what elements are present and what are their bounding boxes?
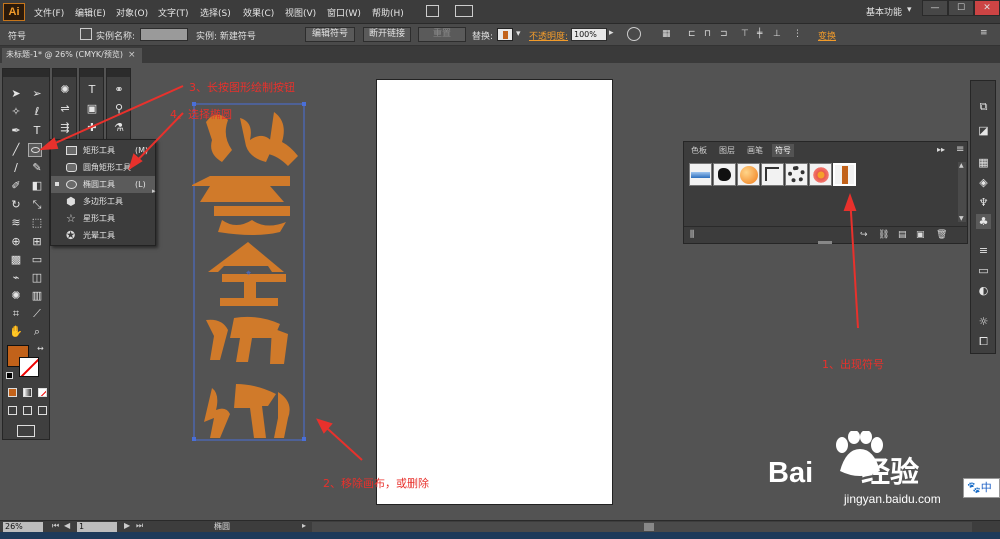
arrow-1-head — [843, 193, 857, 211]
annotation-step-4: 4、选择椭圆 — [170, 108, 232, 121]
baidu-brand-suffix: 经验 — [861, 457, 920, 489]
annotation-step-2: 2、移除画布，或删除 — [323, 477, 429, 490]
baidu-brand: Bai 经验 — [768, 449, 919, 491]
baidu-url: jingyan.baidu.com — [844, 492, 941, 506]
artboard-number-field[interactable]: 1 — [77, 522, 117, 532]
paw-icon: 🐾 — [967, 481, 981, 494]
annotation-step-3: 3、长按图形绘制按钮 — [189, 81, 295, 94]
scroll-thumb[interactable] — [644, 523, 654, 531]
last-artboard-icon[interactable]: ⏭ — [136, 521, 143, 531]
horizontal-scrollbar[interactable] — [312, 522, 972, 532]
previous-artboard-icon[interactable]: ◀ — [64, 521, 70, 530]
first-artboard-icon[interactable]: ⏮ — [52, 521, 59, 531]
arrow-3-head — [38, 137, 59, 151]
arrow-3 — [41, 85, 184, 150]
windows-taskbar — [0, 532, 1000, 539]
next-artboard-icon[interactable]: ▶ — [124, 521, 130, 530]
status-bar: 26% ⏮ ◀ 1 ▶ ⏭ 椭圆 ▸ — [0, 520, 1000, 532]
zoom-field[interactable]: 26% — [3, 522, 43, 532]
arrow-1 — [849, 195, 859, 329]
baidu-brand-text: Bai — [768, 457, 814, 489]
annotation-step-1: 1、出现符号 — [822, 358, 884, 371]
current-tool-name: 椭圆 — [214, 522, 230, 531]
ime-indicator[interactable]: 🐾中 — [963, 478, 1000, 498]
status-menu-arrow-icon[interactable]: ▸ — [302, 521, 306, 530]
ime-language: 中 — [980, 481, 992, 494]
